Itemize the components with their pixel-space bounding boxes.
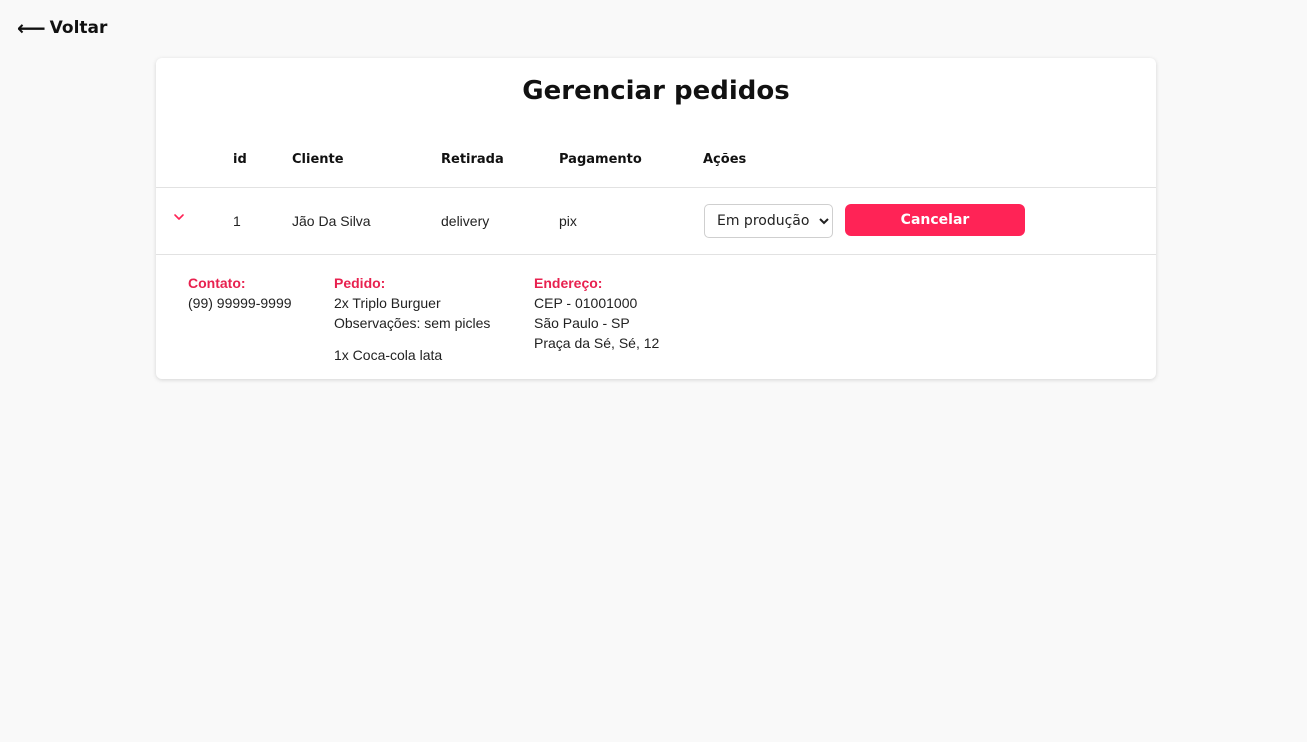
page-title: Gerenciar pedidos [522,76,790,106]
row-client: Jão Da Silva [292,213,371,229]
cancel-order-button[interactable]: Cancelar [845,204,1025,236]
contact-label: Contato: [188,275,246,291]
row-pickup: delivery [441,213,490,229]
order-item-notes: Observações: sem picles [334,315,491,331]
row-divider [156,254,1156,255]
header-divider [156,187,1156,188]
address-street: Praça da Sé, Sé, 12 [534,335,660,351]
order-item: 1x Coca-cola lata [334,347,443,363]
back-label: Voltar [49,18,108,38]
column-header-actions: Ações [703,152,747,167]
order-status-select[interactable]: Em produção [704,204,833,238]
column-header-client: Cliente [292,152,344,167]
address-city: São Paulo - SP [534,315,630,331]
address-cep: CEP - 01001000 [534,295,638,311]
row-id: 1 [233,213,241,229]
column-header-payment: Pagamento [559,152,642,167]
contact-value: (99) 99999-9999 [188,295,292,311]
back-link[interactable]: ⟵ Voltar [17,18,107,38]
orders-card: Gerenciar pedidos id Cliente Retirada Pa… [156,58,1156,379]
contact-details: Contato: (99) 99999-9999 [188,273,292,313]
arrow-left-icon: ⟵ [17,16,46,40]
chevron-down-icon[interactable] [173,211,185,223]
column-header-pickup: Retirada [441,152,504,167]
order-label: Pedido: [334,275,386,291]
address-details: Endereço: CEP - 01001000 São Paulo - SP … [534,273,659,353]
address-label: Endereço: [534,275,603,291]
column-header-id: id [233,152,247,167]
order-details: Pedido: 2x Triplo Burguer Observações: s… [334,273,490,365]
row-payment: pix [559,213,577,229]
order-item: 2x Triplo Burguer [334,295,441,311]
